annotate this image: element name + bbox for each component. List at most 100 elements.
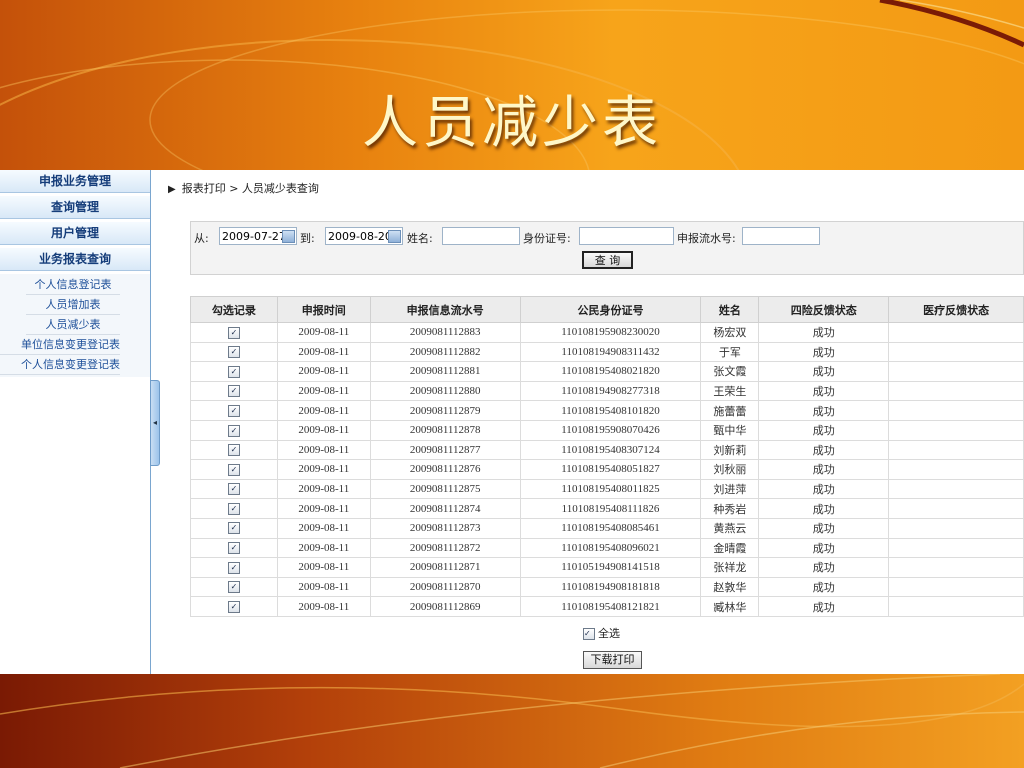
person-name-cell: 施蕾蕾 <box>700 400 760 421</box>
breadcrumb: ▶ 报表打印 > 人员减少表查询 <box>168 180 319 196</box>
four-insurance-status-cell: 成功 <box>758 478 890 500</box>
calendar-icon[interactable] <box>388 230 401 243</box>
medical-status-cell <box>888 498 1024 519</box>
sidebar-item-staff-increase[interactable]: 人员增加表 <box>26 295 120 315</box>
citizen-id-cell: 110108195408307124 <box>519 439 702 461</box>
row-checkbox[interactable]: ✓ <box>227 404 240 417</box>
table-header-row: 勾选记录 申报时间 申报信息流水号 公民身份证号 姓名 四险反馈状态 医疗反馈状态 <box>190 296 1024 323</box>
person-name-cell: 刘秋丽 <box>700 459 760 480</box>
declaration-date-cell: 2009-08-11 <box>276 498 371 519</box>
four-insurance-status-cell: 成功 <box>758 380 890 402</box>
four-insurance-status-cell: 成功 <box>758 498 890 519</box>
row-checkbox-cell: ✓ <box>190 380 278 402</box>
column-header: 四险反馈状态 <box>758 296 890 323</box>
calendar-icon[interactable] <box>282 230 295 243</box>
citizen-id-cell: 110108195908070426 <box>519 419 702 441</box>
citizen-id-cell: 110108195408011825 <box>519 478 702 500</box>
id-number-input[interactable] <box>579 227 674 245</box>
table-row: ✓ 2009-08-11 2009081112875 1101081954080118… <box>190 478 1024 500</box>
table-row: ✓ 2009-08-11 2009081112883 1101081959082300… <box>190 322 1024 343</box>
serial-number-input[interactable] <box>742 227 820 245</box>
citizen-id-cell: 110108195408021820 <box>519 361 702 382</box>
row-checkbox[interactable]: ✓ <box>227 365 240 378</box>
row-checkbox[interactable]: ✓ <box>227 444 240 457</box>
declaration-serial-cell: 2009081112869 <box>369 596 521 617</box>
row-checkbox-cell: ✓ <box>190 478 278 500</box>
sidebar-item-personal-registration[interactable]: 个人信息登记表 <box>26 275 120 295</box>
person-name-cell: 张文霞 <box>700 361 760 382</box>
medical-status-cell <box>888 517 1024 539</box>
menu-query-management[interactable]: 查询管理 <box>0 196 150 219</box>
table-row: ✓ 2009-08-11 2009081112882 1101081949083114… <box>190 341 1024 363</box>
row-checkbox-cell: ✓ <box>190 439 278 461</box>
sidebar-collapse-handle[interactable]: ◂ <box>150 380 160 466</box>
row-checkbox-cell: ✓ <box>190 576 278 598</box>
query-button[interactable]: 查 询 <box>582 251 633 269</box>
column-header: 申报信息流水号 <box>369 296 521 323</box>
table-row: ✓ 2009-08-11 2009081112873 1101081954080854… <box>190 517 1024 539</box>
row-checkbox[interactable]: ✓ <box>227 463 240 476</box>
declaration-serial-cell: 2009081112873 <box>369 517 521 539</box>
to-date-label: 到: <box>300 232 315 245</box>
medical-status-cell <box>888 419 1024 441</box>
sidebar-item-unit-change[interactable]: 单位信息变更登记表 <box>0 335 120 355</box>
row-checkbox[interactable]: ✓ <box>227 326 240 339</box>
citizen-id-cell: 110108194908277318 <box>519 380 702 402</box>
medical-status-cell <box>888 478 1024 500</box>
declaration-serial-cell: 2009081112872 <box>369 537 521 559</box>
person-name-cell: 金晴霞 <box>700 537 760 559</box>
row-checkbox-cell: ✓ <box>190 361 278 382</box>
citizen-id-cell: 110108195408051827 <box>519 459 702 480</box>
sidebar-item-personal-change[interactable]: 个人信息变更登记表 <box>0 355 120 375</box>
four-insurance-status-cell: 成功 <box>758 557 890 578</box>
declaration-date-cell: 2009-08-11 <box>276 557 371 578</box>
four-insurance-status-cell: 成功 <box>758 596 890 617</box>
four-insurance-status-cell: 成功 <box>758 322 890 343</box>
row-checkbox[interactable]: ✓ <box>227 346 240 359</box>
person-name-cell: 赵敦华 <box>700 576 760 598</box>
name-label: 姓名: <box>407 232 433 245</box>
column-header: 公民身份证号 <box>519 296 702 323</box>
menu-user-management[interactable]: 用户管理 <box>0 222 150 245</box>
row-checkbox[interactable]: ✓ <box>227 502 240 515</box>
row-checkbox[interactable]: ✓ <box>227 542 240 555</box>
row-checkbox-cell: ✓ <box>190 341 278 363</box>
row-checkbox[interactable]: ✓ <box>227 561 240 574</box>
row-checkbox-cell: ✓ <box>190 596 278 617</box>
select-all-checkbox[interactable]: ✓ <box>583 628 595 640</box>
app-window: 申报业务管理 查询管理 用户管理 业务报表查询 个人信息登记表 人员增加表 人员… <box>0 170 1024 674</box>
download-print-button[interactable]: 下载打印 <box>583 651 642 669</box>
menu-report-query[interactable]: 业务报表查询 <box>0 248 150 271</box>
declaration-serial-cell: 2009081112880 <box>369 380 521 402</box>
menu-declaration-management[interactable]: 申报业务管理 <box>0 170 150 193</box>
sidebar: 申报业务管理 查询管理 用户管理 业务报表查询 个人信息登记表 人员增加表 人员… <box>0 170 151 674</box>
column-header: 勾选记录 <box>190 296 278 323</box>
sidebar-item-staff-decrease[interactable]: 人员减少表 <box>26 315 120 335</box>
row-checkbox[interactable]: ✓ <box>227 424 240 437</box>
citizen-id-cell: 110108195408121821 <box>519 596 702 617</box>
row-checkbox[interactable]: ✓ <box>227 483 240 496</box>
medical-status-cell <box>888 459 1024 480</box>
four-insurance-status-cell: 成功 <box>758 361 890 382</box>
person-name-cell: 刘进萍 <box>700 478 760 500</box>
row-checkbox[interactable]: ✓ <box>227 600 240 613</box>
breadcrumb-text: 报表打印 > 人员减少表查询 <box>181 182 319 195</box>
declaration-date-cell: 2009-08-11 <box>276 517 371 539</box>
table-row: ✓ 2009-08-11 2009081112881 1101081954080218… <box>190 361 1024 382</box>
table-row: ✓ 2009-08-11 2009081112871 1101051949081415… <box>190 557 1024 578</box>
declaration-date-cell: 2009-08-11 <box>276 341 371 363</box>
row-checkbox[interactable]: ✓ <box>227 385 240 398</box>
declaration-date-cell: 2009-08-11 <box>276 576 371 598</box>
name-input[interactable] <box>442 227 520 245</box>
table-row: ✓ 2009-08-11 2009081112877 1101081954083071… <box>190 439 1024 461</box>
collapse-arrow-icon: ◂ <box>152 418 157 427</box>
select-all[interactable]: ✓ 全选 <box>583 625 620 641</box>
citizen-id-cell: 110108195408101820 <box>519 400 702 421</box>
row-checkbox[interactable]: ✓ <box>227 522 240 535</box>
declaration-serial-cell: 2009081112882 <box>369 341 521 363</box>
table-row: ✓ 2009-08-11 2009081112874 1101081954081118… <box>190 498 1024 519</box>
table-body: ✓ 2009-08-11 2009081112883 1101081959082300… <box>190 322 1024 617</box>
declaration-date-cell: 2009-08-11 <box>276 537 371 559</box>
declaration-date-cell: 2009-08-11 <box>276 478 371 500</box>
row-checkbox[interactable]: ✓ <box>227 581 240 594</box>
